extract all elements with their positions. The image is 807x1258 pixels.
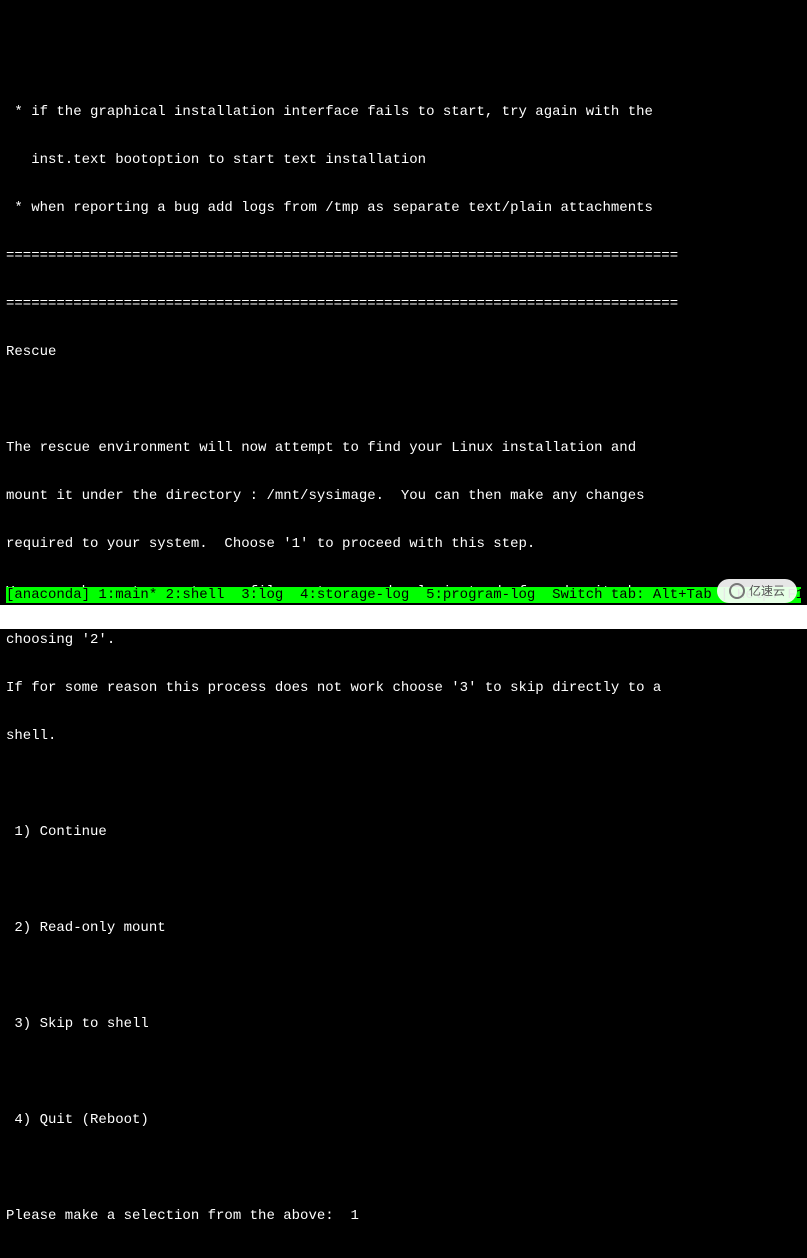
tip-line: inst.text bootoption to start text insta… [6,152,801,168]
tmux-status-bar[interactable]: [anaconda] 1:main* 2:shell 3:log 4:stora… [6,587,801,603]
rescue-text: The rescue environment will now attempt … [6,440,801,456]
bottom-margin [0,605,807,629]
menu-option: 2) Read-only mount [6,920,801,936]
menu-option: 4) Quit (Reboot) [6,1112,801,1128]
blank-line [6,968,801,984]
rescue-text: required to your system. Choose '1' to p… [6,536,801,552]
rescue-text [6,776,801,792]
blank-line [6,872,801,888]
rescue-text [6,392,801,408]
rescue-text: choosing '2'. [6,632,801,648]
status-tabs[interactable]: [anaconda] 1:main* 2:shell 3:log 4:stora… [6,587,544,603]
separator-line: ========================================… [6,296,801,312]
separator-line: ========================================… [6,248,801,264]
tip-line: * when reporting a bug add logs from /tm… [6,200,801,216]
rescue-text: shell. [6,728,801,744]
terminal-output: * if the graphical installation interfac… [0,64,807,1258]
menu-option: 3) Skip to shell [6,1016,801,1032]
blank-line [6,1160,801,1176]
watermark-text: 亿速云 [749,583,785,599]
rescue-text: mount it under the directory : /mnt/sysi… [6,488,801,504]
rescue-title: Rescue [6,344,801,360]
blank-line [6,1064,801,1080]
watermark-icon [729,583,745,599]
tip-line: * if the graphical installation interfac… [6,104,801,120]
selection-prompt[interactable]: Please make a selection from the above: … [6,1208,801,1224]
menu-option: 1) Continue [6,824,801,840]
separator-line: ========================================… [6,1256,801,1258]
watermark-badge: 亿速云 [717,579,797,603]
rescue-text: If for some reason this process does not… [6,680,801,696]
